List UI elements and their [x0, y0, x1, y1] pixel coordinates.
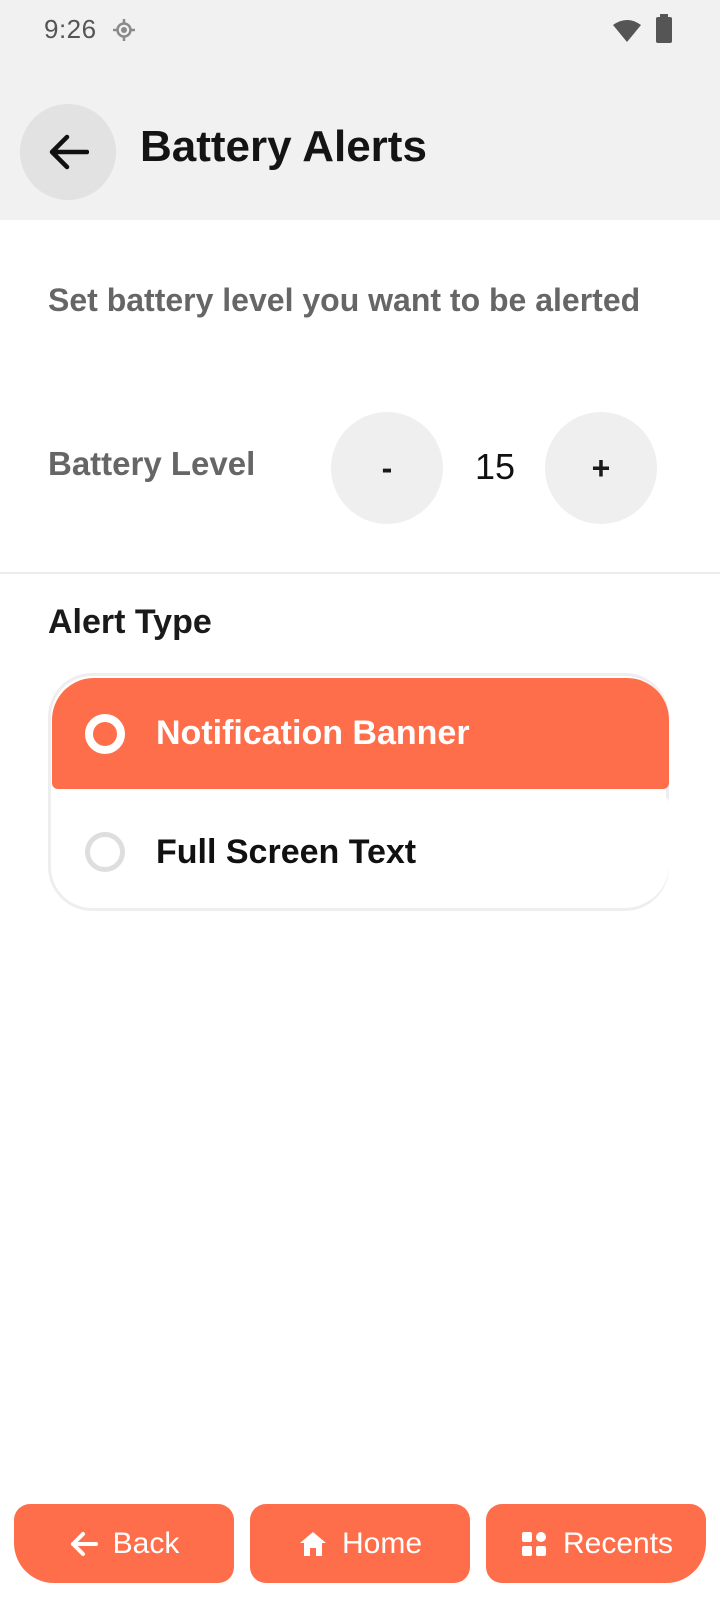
option-notification-banner[interactable]: Notification Banner	[52, 678, 669, 789]
increment-button[interactable]: +	[545, 412, 657, 524]
battery-level-label: Battery Level	[48, 445, 256, 482]
arrow-left-icon	[69, 1529, 99, 1559]
wifi-icon	[612, 18, 642, 44]
nav-recents-label: Recents	[562, 1526, 674, 1560]
radio-unselected-icon	[85, 832, 125, 872]
arrow-left-icon	[47, 134, 89, 170]
nav-recents-button[interactable]: Recents	[486, 1504, 706, 1583]
battery-level-description: Set battery level you want to be alerted	[48, 282, 641, 318]
home-icon	[298, 1529, 328, 1559]
nav-back-label: Back	[112, 1526, 180, 1560]
grid-icon	[519, 1529, 549, 1559]
location-icon	[112, 18, 136, 42]
option-label: Notification Banner	[156, 714, 470, 752]
nav-back-button[interactable]: Back	[14, 1504, 234, 1583]
nav-home-button[interactable]: Home	[250, 1504, 470, 1583]
radio-selected-icon	[85, 713, 125, 754]
alert-type-title: Alert Type	[48, 603, 212, 641]
battery-level-value: 15	[474, 446, 516, 487]
status-time: 9:26	[44, 14, 97, 44]
option-label: Full Screen Text	[156, 832, 417, 871]
nav-home-label: Home	[341, 1526, 423, 1560]
page-title: Battery Alerts	[140, 122, 427, 171]
section-divider	[0, 572, 720, 574]
back-button[interactable]	[20, 104, 116, 200]
battery-icon	[655, 14, 673, 44]
decrement-button[interactable]: -	[331, 412, 443, 524]
option-full-screen-text[interactable]: Full Screen Text	[52, 797, 669, 907]
